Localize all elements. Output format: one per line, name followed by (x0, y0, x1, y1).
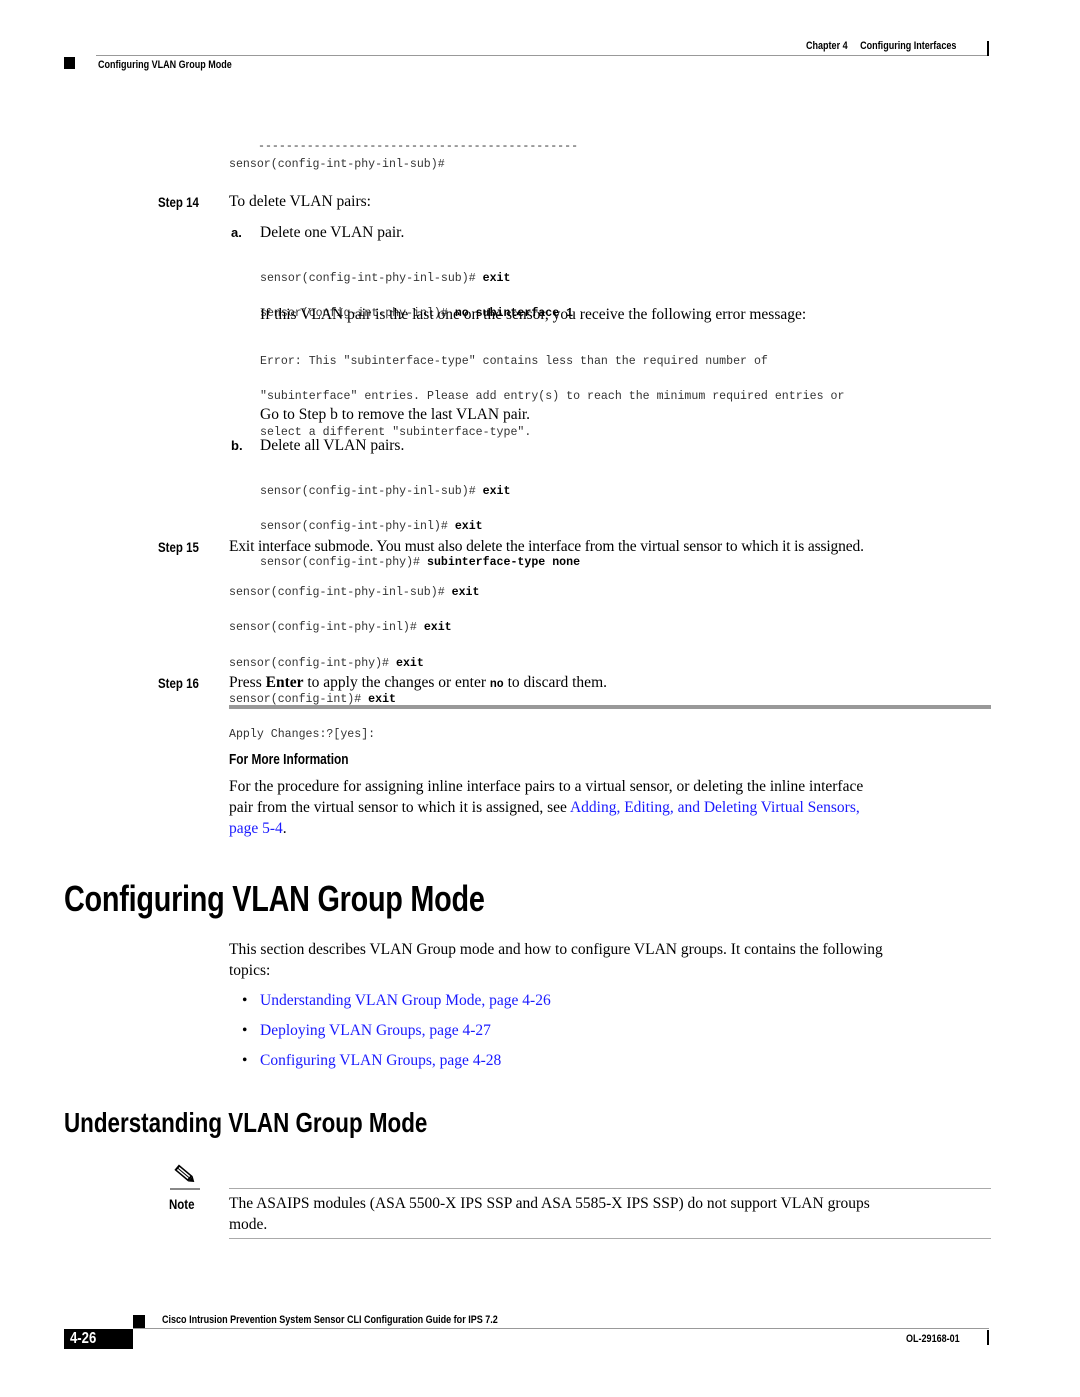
code-line: sensor(config-int-phy)# exit (229, 655, 479, 673)
code-command: exit (423, 621, 452, 635)
bullet-icon: • (242, 1052, 248, 1069)
header-section: Configuring VLAN Group Mode (98, 59, 232, 71)
pencil-icon (170, 1164, 200, 1190)
code-prompt: sensor(config-int-phy-inl-sub)# (229, 158, 445, 171)
header-left-block (64, 57, 75, 69)
code-line: sensor(config-int-phy-inl-sub)# exit (260, 270, 573, 288)
more-info-text: For the procedure for assigning inline i… (229, 776, 999, 839)
code-command: exit (451, 585, 480, 599)
header-chapter-title: Configuring Interfaces (860, 40, 957, 52)
topic-link-configuring[interactable]: Configuring VLAN Groups, page 4-28 (260, 1052, 501, 1069)
enter-key-label: Enter (265, 674, 304, 691)
step-15-text: Exit interface submode. You must also de… (229, 538, 864, 555)
more-info-heading: For More Information (229, 752, 349, 768)
footer-guide-title: Cisco Intrusion Prevention System Sensor… (162, 1314, 498, 1326)
code-prompt: Apply Changes:?[yes]: (229, 728, 376, 742)
step-16-text-mid: to apply the changes or enter (303, 674, 490, 691)
code-line: sensor(config-int-phy-inl-sub)# exit (229, 584, 479, 602)
note-label: Note (169, 1196, 195, 1212)
step-14b-text: Delete all VLAN pairs. (260, 437, 405, 454)
footer-rule (133, 1328, 989, 1329)
code-command: exit (482, 484, 511, 498)
section-intro: This section describes VLAN Group mode a… (229, 939, 883, 981)
code-command: exit (482, 271, 511, 285)
header-chapter-label: Chapter 4 Configuring Interfaces (806, 40, 956, 52)
footer-right-bar (987, 1330, 989, 1345)
more-info-line-2-text: pair from the virtual sensor to which it… (229, 799, 570, 816)
note-top-rule (229, 1188, 991, 1189)
step-14-text: To delete VLAN pairs: (229, 193, 371, 210)
header-right-bar (987, 41, 989, 56)
code-prompt: sensor(config-int-phy-inl-sub)# (229, 585, 452, 599)
step-16-label: Step 16 (158, 675, 199, 691)
header-chapter: Chapter 4 (806, 40, 848, 52)
step-15-code: sensor(config-int-phy-inl-sub)# exit sen… (229, 566, 479, 762)
code-prompt: sensor(config-int-phy-inl)# (229, 621, 424, 635)
no-command: no (489, 678, 504, 691)
footer-page-badge: 4-26 (64, 1329, 133, 1349)
code-line: Apply Changes:?[yes]: (229, 726, 479, 744)
header-rule (96, 55, 989, 56)
code-line: sensor(config-int-phy-inl)# exit (260, 518, 580, 536)
note-text: The ASAIPS modules (ASA 5500-X IPS SSP a… (229, 1193, 870, 1235)
code-line: sensor(config-int-phy-inl-sub)# exit (260, 483, 580, 501)
step-14a-followup: Go to Step b to remove the last VLAN pai… (260, 406, 531, 423)
step-14-label: Step 14 (158, 194, 199, 210)
topics-list: • Understanding VLAN Group Mode, page 4-2… (230, 990, 551, 1080)
note-line-1: The ASAIPS modules (ASA 5500-X IPS SSP a… (229, 1195, 870, 1212)
step-16-text: Press Enter to apply the changes or ente… (229, 672, 607, 695)
topic-link-deploying[interactable]: Deploying VLAN Groups, page 4-27 (260, 1022, 491, 1039)
procedure-end-rule (229, 705, 991, 709)
pencil-note-icon (170, 1163, 200, 1191)
note-line-2: mode. (229, 1216, 268, 1233)
page-number: 4-26 (70, 1330, 97, 1347)
step-16-text-post: to discard them. (503, 674, 607, 691)
more-info-line-3: page 5-4. (229, 818, 999, 839)
section-intro-line-1: This section describes VLAN Group mode a… (229, 941, 883, 958)
topic-item: • Configuring VLAN Groups, page 4-28 (230, 1050, 551, 1080)
bullet-icon: • (242, 992, 248, 1009)
footer-doc-id: OL-29168-01 (906, 1333, 960, 1345)
code-prompt: sensor(config-int-phy-inl-sub)# (260, 484, 483, 498)
step-14a-code: sensor(config-int-phy-inl-sub)# exit sen… (260, 252, 573, 341)
virtual-sensors-link[interactable]: Adding, Editing, and Deleting Virtual Se… (570, 799, 860, 816)
topic-item: • Deploying VLAN Groups, page 4-27 (230, 1020, 551, 1050)
step-16-text-pre: Press (229, 674, 266, 691)
bullet-icon: • (242, 1022, 248, 1039)
code-command: exit (454, 520, 483, 534)
code-command: exit (395, 656, 424, 670)
code-line: sensor(config-int-phy-inl)# exit (229, 619, 479, 637)
step-14a-label: a. (231, 225, 242, 240)
code-dashes: ----------------------------------------… (258, 140, 579, 153)
topic-link-understanding[interactable]: Understanding VLAN Group Mode, page 4-26 (260, 992, 551, 1009)
step-14a-text: Delete one VLAN pair. (260, 224, 405, 241)
step-14a-note: If this VLAN pair is the last one on the… (260, 306, 807, 323)
code-prompt: sensor(config-int-phy)# (229, 656, 396, 670)
virtual-sensors-page-link[interactable]: page 5-4 (229, 820, 283, 837)
period: . (282, 820, 287, 837)
note-bottom-rule (229, 1238, 991, 1239)
error-line: Error: This "subinterface-type" contains… (260, 354, 768, 368)
more-info-line-2: pair from the virtual sensor to which it… (229, 797, 999, 818)
code-prompt: sensor(config-int-phy-inl)# (260, 520, 455, 534)
subsection-title: Understanding VLAN Group Mode (64, 1107, 428, 1138)
more-info-line-1: For the procedure for assigning inline i… (229, 778, 864, 795)
step-15-label: Step 15 (158, 539, 199, 555)
section-intro-line-2: topics: (229, 962, 271, 979)
step-14b-label: b. (231, 438, 243, 453)
topic-item: • Understanding VLAN Group Mode, page 4-2… (230, 990, 551, 1020)
section-title: Configuring VLAN Group Mode (64, 878, 485, 919)
code-prompt: sensor(config-int-phy-inl-sub)# (260, 271, 483, 285)
footer-small-block (133, 1315, 145, 1328)
